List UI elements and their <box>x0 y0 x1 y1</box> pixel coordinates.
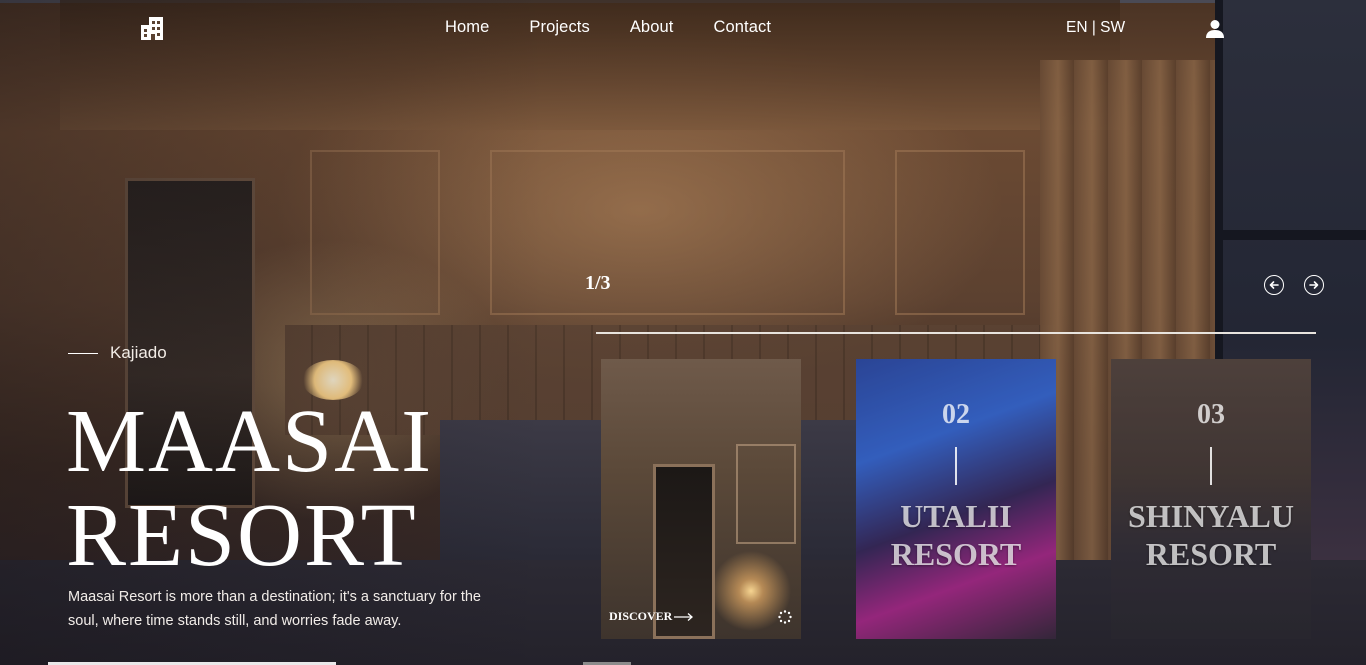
card-wall-molding <box>736 444 796 544</box>
arrow-left-circle-icon[interactable] <box>1264 275 1284 295</box>
slide-card-2[interactable]: 02 UTALII RESORT <box>856 359 1056 639</box>
nav-link-projects[interactable]: Projects <box>529 18 589 37</box>
building-icon[interactable] <box>140 16 164 41</box>
card-title-line-2: RESORT <box>1145 536 1277 572</box>
card-number: 02 <box>942 399 970 430</box>
slide-counter: 1/3 <box>585 272 611 294</box>
main-nav: Home Projects About Contact <box>445 18 771 37</box>
card-divider <box>1210 447 1212 485</box>
card-title: UTALII RESORT <box>856 497 1056 573</box>
title-line-1: MAASAI <box>66 392 434 491</box>
nav-link-about[interactable]: About <box>630 18 674 37</box>
title-line-2: RESORT <box>66 486 418 585</box>
arrow-right-icon <box>674 612 694 621</box>
user-icon[interactable] <box>1205 19 1225 39</box>
card-title-line-1: SHINYALU <box>1128 498 1294 534</box>
location-dash <box>68 352 98 354</box>
slide-card-3[interactable]: 03 SHINYALU RESORT <box>1111 359 1311 639</box>
card-number: 03 <box>1197 399 1225 430</box>
slide-card-1[interactable]: DISCOVER <box>601 359 801 639</box>
card-title: SHINYALU RESORT <box>1111 497 1311 573</box>
language-switcher[interactable]: EN | SW <box>1066 19 1125 37</box>
navbar: Home Projects About Contact EN | SW <box>0 0 1366 58</box>
slider-divider <box>596 332 1316 334</box>
hero-description: Maasai Resort is more than a destination… <box>68 589 481 629</box>
location-tag: Kajiado <box>68 343 167 363</box>
discover-label: DISCOVER <box>609 609 673 623</box>
location-label: Kajiado <box>110 343 167 362</box>
card-title-line-1: UTALII <box>900 498 1012 534</box>
page-title: MAASAI RESORT <box>66 395 433 583</box>
card-title-line-2: RESORT <box>890 536 1022 572</box>
arrow-right-circle-icon[interactable] <box>1304 275 1324 295</box>
discover-button[interactable]: DISCOVER <box>609 609 694 624</box>
card-divider <box>955 447 957 485</box>
nav-link-home[interactable]: Home <box>445 18 489 37</box>
spinner-icon <box>778 610 792 624</box>
nav-link-contact[interactable]: Contact <box>713 18 771 37</box>
